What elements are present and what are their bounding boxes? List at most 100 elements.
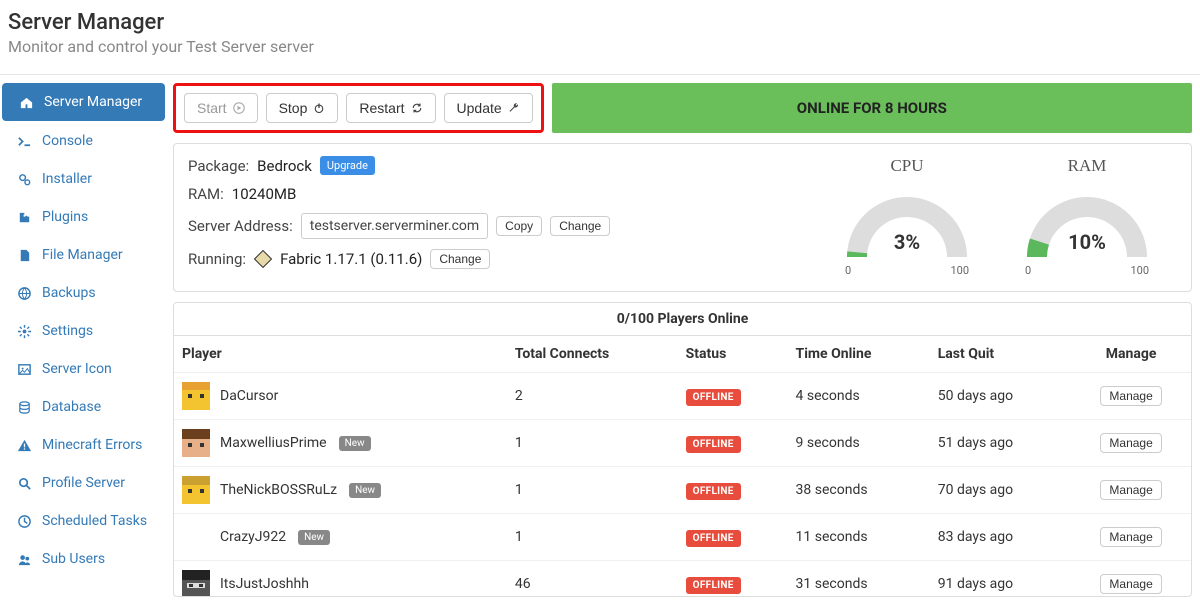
sidebar-item-label: Console (42, 133, 93, 149)
player-avatar-icon (182, 476, 210, 504)
time-cell: 38 seconds (788, 467, 930, 514)
sidebar-item-scheduled-tasks[interactable]: Scheduled Tasks (0, 502, 165, 540)
sidebar-item-sub-users[interactable]: Sub Users (0, 540, 165, 578)
stop-button[interactable]: Stop (266, 93, 339, 123)
terminal-icon (14, 134, 34, 149)
change-running-button[interactable]: Change (430, 249, 490, 269)
manage-button[interactable]: Manage (1100, 527, 1161, 547)
update-button[interactable]: Update (444, 93, 533, 123)
restart-label: Restart (359, 100, 404, 116)
time-cell: 4 seconds (788, 373, 930, 420)
players-count-header: 0/100 Players Online (174, 303, 1191, 336)
lastquit-cell: 51 days ago (930, 420, 1071, 467)
warning-icon (14, 438, 34, 453)
table-row: CrazyJ922 New1OFFLINE11 seconds83 days a… (174, 514, 1191, 561)
puzzle-icon (14, 210, 34, 225)
refresh-icon (411, 102, 423, 114)
page-title: Server Manager (8, 10, 1192, 35)
manage-button[interactable]: Manage (1100, 433, 1161, 453)
col-player: Player (174, 336, 507, 373)
col-last: Last Quit (930, 336, 1071, 373)
new-badge: New (349, 483, 381, 498)
package-value: Bedrock (257, 157, 312, 175)
start-label: Start (197, 100, 227, 116)
cpu-title: CPU (837, 156, 977, 176)
cpu-max: 100 (950, 264, 969, 277)
page-subtitle: Monitor and control your Test Server ser… (8, 37, 1192, 56)
cpu-min: 0 (845, 264, 851, 277)
ram-value: 10240MB (232, 185, 297, 203)
sidebar-item-console[interactable]: Console (0, 122, 165, 160)
sidebar-item-label: Minecraft Errors (42, 437, 142, 453)
restart-button[interactable]: Restart (346, 93, 435, 123)
sidebar-item-installer[interactable]: Installer (0, 160, 165, 198)
sidebar-item-server-icon[interactable]: Server Icon (0, 350, 165, 388)
sidebar-item-settings[interactable]: Settings (0, 312, 165, 350)
sidebar-item-backups[interactable]: Backups (0, 274, 165, 312)
sidebar-item-label: Plugins (42, 209, 88, 225)
sidebar-item-server-manager[interactable]: Server Manager (2, 83, 165, 121)
player-avatar-icon (182, 429, 210, 457)
player-avatar-icon (182, 523, 210, 551)
sidebar-item-file-manager[interactable]: File Manager (0, 236, 165, 274)
ram-title: RAM (1017, 156, 1157, 176)
player-name: MaxwelliusPrime (220, 435, 327, 451)
server-address-field[interactable]: testserver.serverminer.com (301, 213, 488, 239)
ram-min: 0 (1025, 264, 1031, 277)
time-cell: 11 seconds (788, 514, 930, 561)
manage-button[interactable]: Manage (1100, 574, 1161, 594)
running-icon (254, 250, 272, 268)
sidebar-item-label: File Manager (42, 247, 123, 263)
sidebar-item-database[interactable]: Database (0, 388, 165, 426)
sidebar-item-label: Server Manager (44, 94, 142, 110)
play-icon (233, 102, 245, 114)
lastquit-cell: 83 days ago (930, 514, 1071, 561)
gears-icon (14, 172, 34, 187)
ram-label: RAM: (188, 185, 224, 203)
status-badge: OFFLINE (686, 483, 741, 500)
time-cell: 9 seconds (788, 420, 930, 467)
table-row: TheNickBOSSRuLz New1OFFLINE38 seconds70 … (174, 467, 1191, 514)
home-icon (16, 95, 36, 110)
update-label: Update (457, 100, 502, 116)
player-name: ItsJustJoshhh (220, 576, 309, 592)
sidebar-item-profile-server[interactable]: Profile Server (0, 464, 165, 502)
main-content: Start Stop Restart Update ONLINE FOR 8 H… (165, 75, 1200, 597)
players-panel: 0/100 Players Online Player Total Connec… (173, 302, 1192, 597)
connects-cell: 1 (507, 420, 678, 467)
power-icon (313, 102, 325, 114)
database-icon (14, 400, 34, 415)
status-badge: OFFLINE (686, 530, 741, 547)
players-scroll[interactable]: Player Total Connects Status Time Online… (174, 336, 1191, 596)
stop-label: Stop (279, 100, 308, 116)
copy-button[interactable]: Copy (496, 216, 542, 236)
start-button[interactable]: Start (184, 93, 258, 123)
status-badge: OFFLINE (686, 436, 741, 453)
sidebar-item-minecraft-errors[interactable]: Minecraft Errors (0, 426, 165, 464)
ram-max: 100 (1130, 264, 1149, 277)
sidebar-item-plugins[interactable]: Plugins (0, 198, 165, 236)
manage-button[interactable]: Manage (1100, 386, 1161, 406)
change-address-button[interactable]: Change (550, 216, 610, 236)
connects-cell: 1 (507, 514, 678, 561)
sidebar-item-label: Settings (42, 323, 93, 339)
info-panel: Package: Bedrock Upgrade RAM: 10240MB Se… (173, 143, 1192, 292)
table-row: ItsJustJoshhh46OFFLINE31 seconds91 days … (174, 561, 1191, 597)
globe-icon (14, 286, 34, 301)
users-icon (14, 552, 34, 567)
search-icon (14, 476, 34, 491)
connects-cell: 46 (507, 561, 678, 597)
lastquit-cell: 70 days ago (930, 467, 1071, 514)
connects-cell: 1 (507, 467, 678, 514)
table-row: DaCursor2OFFLINE4 seconds50 days agoMana… (174, 373, 1191, 420)
lastquit-cell: 50 days ago (930, 373, 1071, 420)
image-icon (14, 362, 34, 377)
manage-button[interactable]: Manage (1100, 480, 1161, 500)
upgrade-button[interactable]: Upgrade (320, 156, 375, 175)
sidebar-item-label: Database (42, 399, 101, 415)
status-bar: ONLINE FOR 8 HOURS (552, 83, 1192, 133)
player-name: CrazyJ922 (220, 529, 286, 545)
sidebar-item-label: Backups (42, 285, 96, 301)
lastquit-cell: 91 days ago (930, 561, 1071, 597)
wrench-icon (508, 102, 520, 114)
